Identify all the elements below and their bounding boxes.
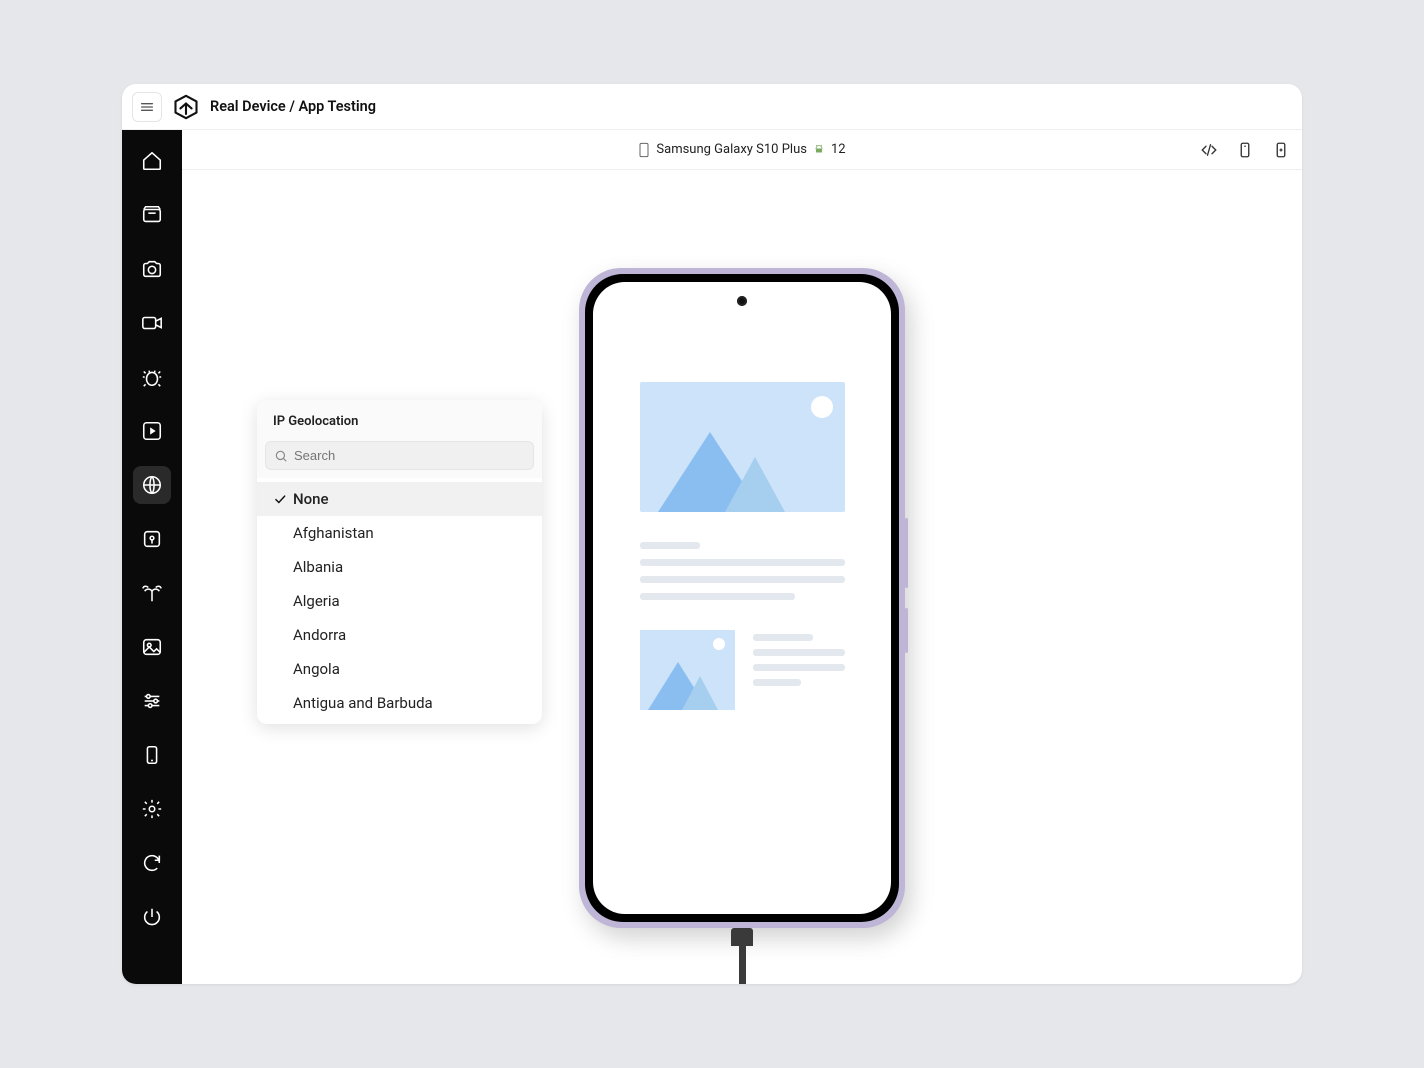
network-icon — [141, 582, 163, 604]
sidebar-item-record[interactable] — [133, 412, 171, 450]
sidebar-item-geolocation[interactable] — [133, 466, 171, 504]
geolocation-option[interactable]: Albania — [257, 550, 542, 584]
bug-icon — [141, 366, 163, 388]
placeholder-image-icon — [640, 382, 845, 512]
sidebar-item-network[interactable] — [133, 574, 171, 612]
content-area: Samsung Galaxy S10 Plus 12 IP Geolocatio… — [182, 130, 1302, 984]
sidebar-item-camera[interactable] — [133, 250, 171, 288]
sidebar-item-app[interactable] — [133, 196, 171, 234]
geolocation-option[interactable]: Andorra — [257, 618, 542, 652]
geolocation-title: IP Geolocation — [257, 400, 542, 441]
placeholder-card — [640, 382, 845, 600]
code-icon[interactable] — [1200, 141, 1218, 159]
device-name: Samsung Galaxy S10 Plus — [656, 142, 807, 157]
canvas: IP Geolocation None — [182, 170, 1302, 984]
camera-icon — [141, 258, 163, 280]
breadcrumb: Real Device / App Testing — [210, 98, 376, 115]
sidebar-item-image[interactable] — [133, 628, 171, 666]
menu-button[interactable] — [132, 92, 162, 122]
search-input[interactable] — [294, 448, 525, 463]
geolocation-option-label: Afghanistan — [293, 524, 374, 542]
device-exit-icon[interactable] — [1272, 141, 1290, 159]
device-bar: Samsung Galaxy S10 Plus 12 — [182, 130, 1302, 170]
sidebar-item-settings[interactable] — [133, 790, 171, 828]
app-frame: Real Device / App Testing — [122, 84, 1302, 984]
geolocation-option-label: Andorra — [293, 626, 346, 644]
sidebar-item-device[interactable] — [133, 736, 171, 774]
record-icon — [141, 420, 163, 442]
geolocation-option[interactable]: None — [257, 482, 542, 516]
os-version: 12 — [831, 142, 846, 157]
sliders-icon — [141, 690, 163, 712]
gear-icon — [141, 798, 163, 820]
home-icon — [141, 150, 163, 172]
geolocation-option-label: Antigua and Barbuda — [293, 694, 433, 712]
device-action-icon[interactable] — [1236, 141, 1254, 159]
geolocation-option[interactable]: Angola — [257, 652, 542, 686]
sidebar-item-home[interactable] — [133, 142, 171, 180]
sidebar-item-bug[interactable] — [133, 358, 171, 396]
geolocation-option[interactable]: Antigua and Barbuda — [257, 686, 542, 720]
globe-icon — [141, 474, 163, 496]
sidebar-item-video[interactable] — [133, 304, 171, 342]
search-icon — [274, 449, 288, 463]
geolocation-option-label: Albania — [293, 558, 343, 576]
image-icon — [141, 636, 163, 658]
sidebar-item-sliders[interactable] — [133, 682, 171, 720]
video-icon — [141, 312, 163, 334]
android-icon — [813, 142, 825, 158]
phone-outline-icon — [638, 142, 650, 158]
geolocation-option-label: Algeria — [293, 592, 340, 610]
geolocation-option-label: Angola — [293, 660, 340, 678]
cable-icon — [731, 928, 753, 984]
menu-icon — [139, 99, 155, 115]
logo-icon — [172, 93, 200, 121]
power-icon — [141, 906, 163, 928]
camera-dot-icon — [737, 296, 747, 306]
phone-mockup — [579, 268, 905, 928]
sidebar-item-refresh[interactable] — [133, 844, 171, 882]
sidebar-item-location[interactable] — [133, 520, 171, 558]
placeholder-card — [640, 630, 845, 710]
device-icon — [141, 744, 163, 766]
geolocation-option-label: None — [293, 490, 329, 508]
geolocation-option[interactable]: Algeria — [257, 584, 542, 618]
geolocation-list[interactable]: None Afghanistan Albania Algeria — [257, 478, 542, 724]
placeholder-image-icon — [640, 630, 735, 710]
geolocation-panel: IP Geolocation None — [257, 400, 542, 724]
sidebar-item-power[interactable] — [133, 898, 171, 936]
location-icon — [141, 528, 163, 550]
search-input-wrap[interactable] — [265, 441, 534, 470]
sidebar — [122, 130, 182, 984]
phone-screen[interactable] — [593, 282, 891, 914]
check-icon — [273, 492, 287, 506]
top-header: Real Device / App Testing — [122, 84, 1302, 130]
refresh-icon — [141, 852, 163, 874]
geolocation-option[interactable]: Afghanistan — [257, 516, 542, 550]
app-icon — [141, 204, 163, 226]
